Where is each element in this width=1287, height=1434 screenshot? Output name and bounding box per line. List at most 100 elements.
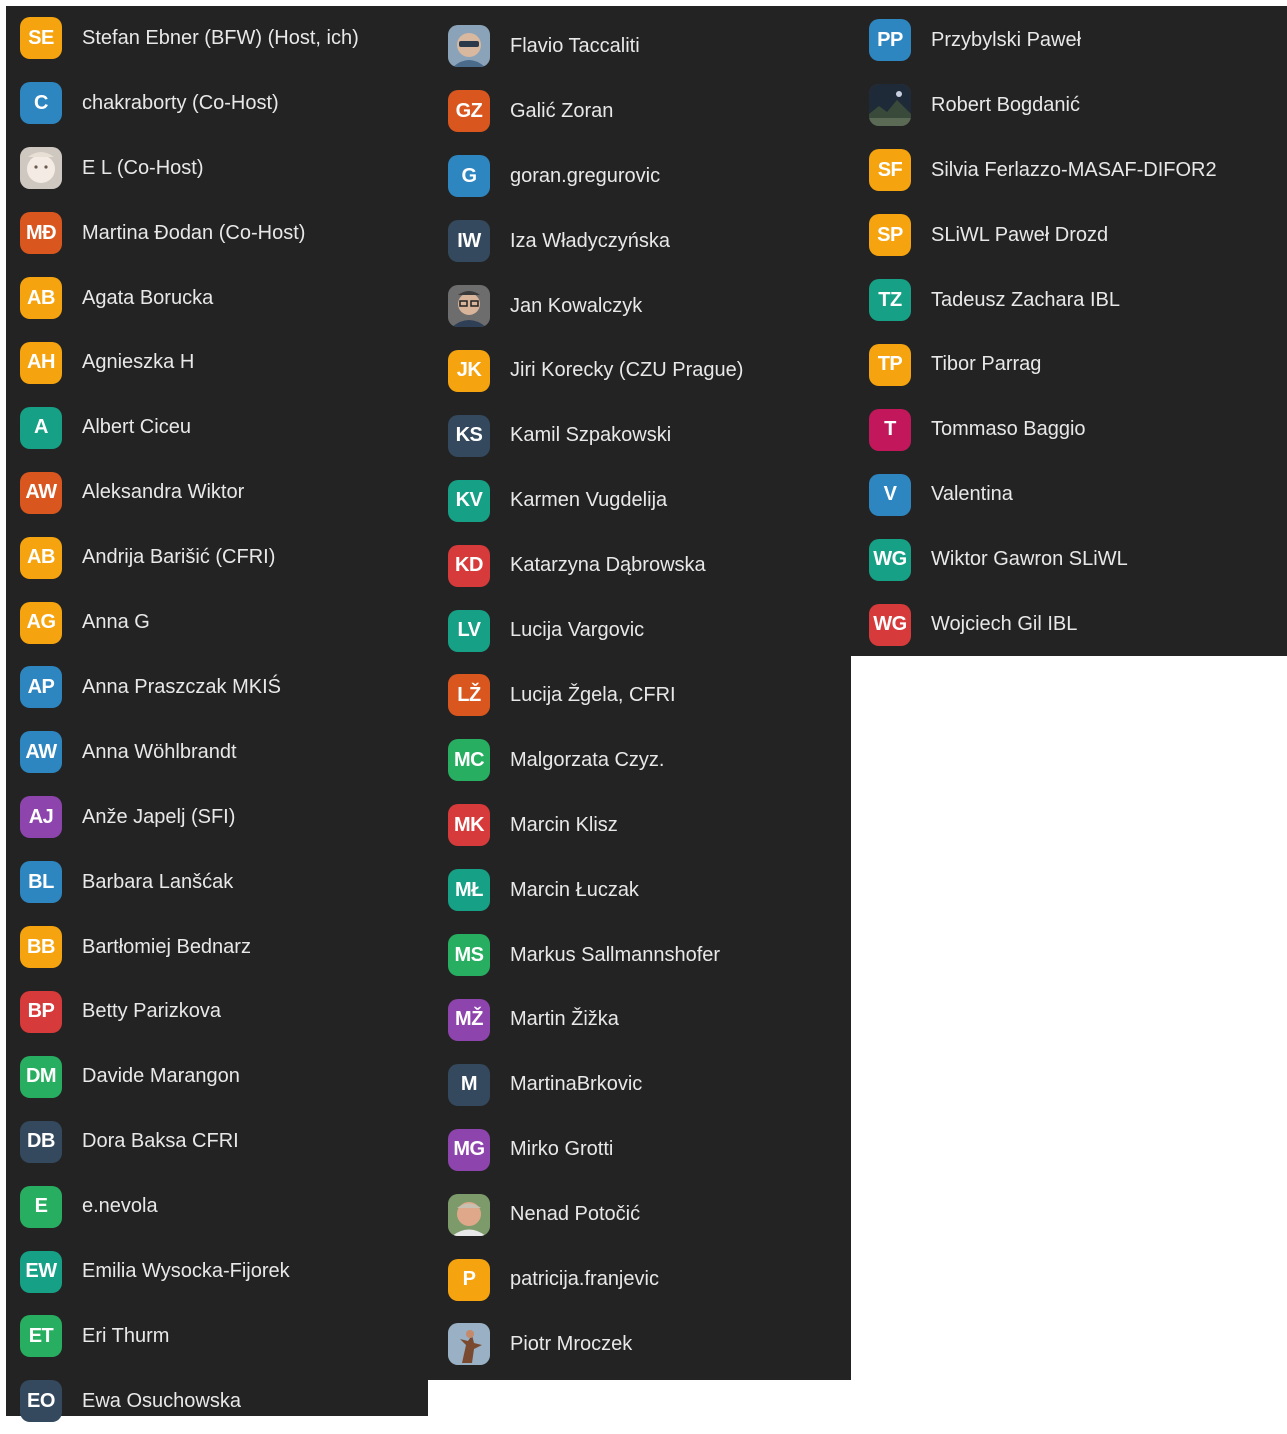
participant-list-column-3: PP Przybylski Paweł Robert Bogdanić SF Silvi… [851,6,1287,656]
participant-name: e.nevola [82,1195,158,1218]
participant-dora-baksa-cfri[interactable]: DB Dora Baksa CFRI [6,1109,428,1174]
participant-name: Bartłomiej Bednarz [82,935,251,958]
avatar-initials: MK [448,804,490,847]
participant-tadeusz-zachara-ibl[interactable]: TZ Tadeusz Zachara IBL [851,268,1287,333]
participant-aleksandra-wiktor[interactable]: AW Aleksandra Wiktor [6,460,428,525]
participant-sliwl-pawe-drozd[interactable]: SP SLiWL Paweł Drozd [851,203,1287,268]
avatar-initials: DB [20,1120,62,1163]
participant-marcin-uczak[interactable]: MŁ Marcin Łuczak [428,858,851,923]
avatar-initials: EO [20,1380,62,1423]
participant-flavio-taccaliti[interactable]: Flavio Taccaliti [428,14,851,79]
participant-tommaso-baggio[interactable]: T Tommaso Baggio [851,397,1287,462]
participant-wojciech-gil-ibl[interactable]: WG Wojciech Gil IBL [851,592,1287,657]
participant-anna-g[interactable]: AG Anna G [6,590,428,655]
participant-martinabrkovic[interactable]: M MartinaBrkovic [428,1052,851,1117]
participant-lucija-vargovic[interactable]: LV Lucija Vargovic [428,598,851,663]
participant-marcin-klisz[interactable]: MK Marcin Klisz [428,793,851,858]
participant-mirko-grotti[interactable]: MG Mirko Grotti [428,1117,851,1182]
participant-nenad-potocic[interactable]: Nenad Potočić [428,1182,851,1247]
avatar-initials: AW [20,731,62,774]
participant-name: Anna Wöhlbrandt [82,740,237,763]
participant-name: Emilia Wysocka-Fijorek [82,1260,290,1283]
participant-e-nevola[interactable]: Ee.nevola [6,1174,428,1239]
participant-chakraborty-co-host[interactable]: Cchakraborty (Co-Host) [6,71,428,136]
participant-name: Galić Zoran [510,99,614,122]
participant-goran-gregurovic[interactable]: Ggoran.gregurovic [428,144,851,209]
participant-robert-bogdanic[interactable]: Robert Bogdanić [851,73,1287,138]
participant-jiri-korecky-czu-prague[interactable]: JK Jiri Korecky (CZU Prague) [428,339,851,404]
avatar-initials: JK [448,349,490,392]
participant-bart-omiej-bednarz[interactable]: BB Bartłomiej Bednarz [6,915,428,980]
participant-przybylski-pawe[interactable]: PP Przybylski Paweł [851,8,1287,73]
avatar-initials: BL [20,861,62,904]
avatar-initials: MĐ [20,212,62,255]
participant-name: Stefan Ebner (BFW) (Host, ich) [82,26,359,49]
participant-e-l-co-host[interactable]: E L (Co-Host) [6,136,428,201]
participant-name: Jiri Korecky (CZU Prague) [510,359,744,382]
participant-tibor-parrag[interactable]: TP Tibor Parrag [851,333,1287,398]
participant-iza-w-adyczynska[interactable]: IW Iza Władyczyńska [428,209,851,274]
participant-name: Tadeusz Zachara IBL [931,288,1120,311]
avatar-photo [448,1193,490,1236]
participant-davide-marangon[interactable]: DM Davide Marangon [6,1044,428,1109]
participant-malgorzata-czyz[interactable]: MC Malgorzata Czyz. [428,728,851,793]
participant-name: Valentina [931,483,1013,506]
participant-name: Davide Marangon [82,1065,240,1088]
participant-ewa-osuchowska[interactable]: EO Ewa Osuchowska [6,1369,428,1434]
participant-galic-zoran[interactable]: GZ Galić Zoran [428,79,851,144]
participant-name: Mirko Grotti [510,1138,614,1161]
participant-wiktor-gawron-sliwl[interactable]: WG Wiktor Gawron SLiWL [851,527,1287,592]
participant-name: Betty Parizkova [82,1000,221,1023]
participant-martina-odan-co-host[interactable]: MĐ Martina Đodan (Co-Host) [6,201,428,266]
participant-valentina[interactable]: V Valentina [851,462,1287,527]
participant-name: Piotr Mroczek [510,1332,633,1355]
avatar-initials: WG [869,603,911,646]
avatar-photo [448,285,490,328]
participant-emilia-wysocka-fijorek[interactable]: EW Emilia Wysocka-Fijorek [6,1239,428,1304]
participant-kamil-szpakowski[interactable]: KS Kamil Szpakowski [428,403,851,468]
avatar-initials: TZ [869,279,911,322]
participant-list-column-2: Flavio Taccaliti GZ Galić Zoran Ggoran.greg… [428,6,851,1380]
participant-karmen-vugdelija[interactable]: KV Karmen Vugdelija [428,468,851,533]
participant-barbara-lanscak[interactable]: BL Barbara Lanšćak [6,850,428,915]
avatar-photo [20,147,62,190]
avatar-initials: AH [20,341,62,384]
avatar-initials: WG [869,538,911,581]
avatar-initials: AG [20,601,62,644]
participant-stefan-ebner-bfw-host-ich[interactable]: SE Stefan Ebner (BFW) (Host, ich) [6,6,428,71]
avatar-initials: ET [20,1315,62,1358]
avatar-initials: IW [448,220,490,263]
participant-martin-zizka[interactable]: MŽ Martin Žižka [428,988,851,1053]
participant-betty-parizkova[interactable]: BP Betty Parizkova [6,980,428,1045]
participant-name: Anna Praszczak MKIŚ [82,675,281,698]
participant-silvia-ferlazzo-masaf-difor2[interactable]: SF Silvia Ferlazzo-MASAF-DIFOR2 [851,138,1287,203]
participant-name: Iza Władyczyńska [510,229,671,252]
participant-name: Tommaso Baggio [931,418,1086,441]
participant-lucija-zgela-cfri[interactable]: LŽ Lucija Žgela, CFRI [428,663,851,728]
participant-eri-thurm[interactable]: ET Eri Thurm [6,1304,428,1369]
avatar-initials: DM [20,1055,62,1098]
participant-jan-kowalczyk[interactable]: Jan Kowalczyk [428,274,851,339]
participant-katarzyna-dabrowska[interactable]: KD Katarzyna Dąbrowska [428,533,851,598]
participant-agata-borucka[interactable]: AB Agata Borucka [6,266,428,331]
participant-anna-praszczak-mkis[interactable]: AP Anna Praszczak MKIŚ [6,655,428,720]
participant-name: Przybylski Paweł [931,28,1082,51]
participant-patricija-franjevic[interactable]: Ppatricija.franjevic [428,1247,851,1312]
avatar-initials: AB [20,277,62,320]
participant-anna-wohlbrandt[interactable]: AW Anna Wöhlbrandt [6,720,428,785]
participant-anze-japelj-sfi[interactable]: AJ Anže Japelj (SFI) [6,785,428,850]
avatar-initials: PP [869,19,911,62]
participant-name: Jan Kowalczyk [510,294,643,317]
participant-name: Ewa Osuchowska [82,1389,241,1412]
avatar-initials: SP [869,214,911,257]
participant-markus-sallmannshofer[interactable]: MS Markus Sallmannshofer [428,923,851,988]
participant-piotr-mroczek[interactable]: Piotr Mroczek [428,1312,851,1377]
participant-name: Katarzyna Dąbrowska [510,554,706,577]
participant-agnieszka-h[interactable]: AH Agnieszka H [6,331,428,396]
participant-albert-ciceu[interactable]: A Albert Ciceu [6,395,428,460]
participant-andrija-barisic-cfri[interactable]: AB Andrija Barišić (CFRI) [6,525,428,590]
participant-name: Marcin Klisz [510,813,618,836]
avatar-initials: BP [20,990,62,1033]
participant-name: Wojciech Gil IBL [931,613,1078,636]
avatar-initials: TP [869,343,911,386]
